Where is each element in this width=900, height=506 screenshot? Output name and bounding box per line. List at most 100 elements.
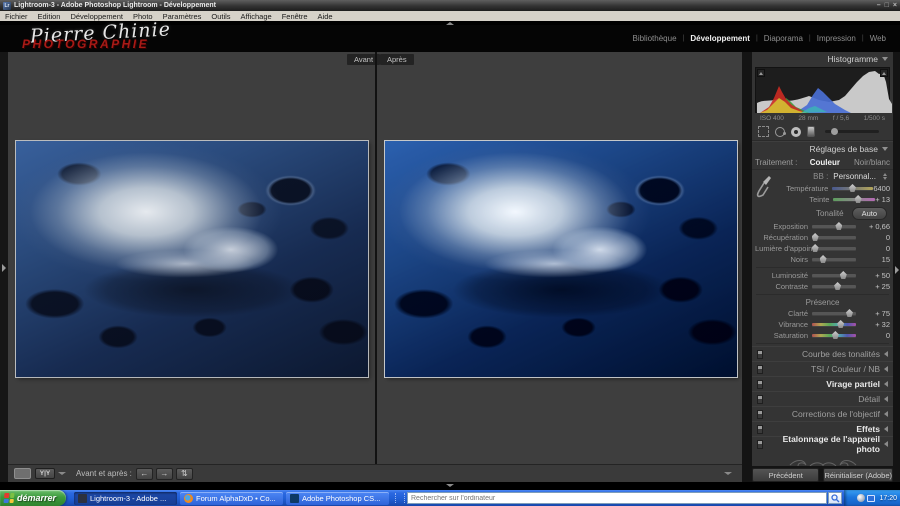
slider-track[interactable] <box>812 323 856 326</box>
slider-thumb[interactable] <box>855 195 862 203</box>
white-balance-preset-row[interactable]: BB : Personnal... <box>776 170 893 183</box>
module-tab-diaporama[interactable]: Diaporama <box>764 34 803 43</box>
copy-after-to-before-button[interactable]: → <box>156 468 173 480</box>
red-eye-tool-icon[interactable] <box>791 127 801 137</box>
task-button[interactable]: Lightroom-3 - Adobe ... <box>74 492 177 505</box>
slider-track[interactable] <box>812 312 856 315</box>
treatment-option-color[interactable]: Couleur <box>810 158 840 167</box>
panel-header-corrections-de-l-objectif[interactable]: Corrections de l'objectif <box>752 406 893 421</box>
panel-toggle-switch[interactable] <box>757 380 763 389</box>
slider-thumb[interactable] <box>840 271 847 279</box>
slider-thumb[interactable] <box>837 320 844 328</box>
treatment-option-bw[interactable]: Noir/blanc <box>854 158 890 167</box>
tray-display-icon[interactable] <box>867 495 875 502</box>
system-tray: 17:20 <box>844 490 900 506</box>
slider-value: 0 <box>856 244 890 253</box>
wb-preset-dropdown-icon[interactable] <box>883 173 887 180</box>
slider-thumb[interactable] <box>820 255 827 263</box>
copy-before-to-after-button[interactable]: ← <box>136 468 153 480</box>
menu-item-affichage[interactable]: Affichage <box>236 11 277 21</box>
after-photo[interactable] <box>385 141 737 377</box>
slider-label: Contraste <box>755 282 812 291</box>
histogram[interactable] <box>755 67 890 113</box>
view-mode-dropdown-icon[interactable] <box>58 472 66 475</box>
auto-tone-button[interactable]: Auto <box>852 207 887 220</box>
close-button[interactable]: × <box>893 2 897 10</box>
panel-header-virage-partiel[interactable]: Virage partiel <box>752 376 893 391</box>
module-tab-impression[interactable]: Impression <box>817 34 856 43</box>
graduated-filter-tool-icon[interactable] <box>807 126 815 137</box>
slider-row-contraste: Contraste+ 25 <box>752 281 893 292</box>
loupe-view-button[interactable] <box>14 468 31 479</box>
slider-track[interactable] <box>812 247 856 250</box>
menu-item-aide[interactable]: Aide <box>313 11 338 21</box>
menu-item-edition[interactable]: Edition <box>33 11 66 21</box>
previous-button[interactable]: Précédent <box>752 468 819 482</box>
slider-thumb[interactable] <box>834 282 841 290</box>
task-button[interactable]: Forum AlphaDxD • Co... <box>180 492 283 505</box>
toolbar-options-icon[interactable] <box>724 472 732 475</box>
swap-before-after-button[interactable]: ⇅ <box>176 468 193 480</box>
slider-thumb[interactable] <box>835 222 842 230</box>
panel-toggle-switch[interactable] <box>757 350 763 359</box>
collapse-right-panel-arrow[interactable] <box>895 266 899 274</box>
module-tab-web[interactable]: Web <box>870 34 886 43</box>
ps-task-icon <box>290 494 299 503</box>
basic-panel-header[interactable]: Réglages de base <box>752 141 893 155</box>
panel-toggle-switch[interactable] <box>757 410 763 419</box>
panel-header-tsi-couleur-nb[interactable]: TSI / Couleur / NB <box>752 361 893 376</box>
reset-button[interactable]: Réinitialiser (Adobe) <box>823 468 893 482</box>
histogram-panel-header[interactable]: Histogramme <box>752 52 893 66</box>
panel-toggle-switch[interactable] <box>757 365 763 374</box>
panel-toggle-switch[interactable] <box>757 440 763 449</box>
shadow-clipping-indicator[interactable] <box>757 69 765 77</box>
search-input[interactable] <box>407 492 827 504</box>
slider-value: + 32 <box>856 320 890 329</box>
before-photo[interactable] <box>16 141 368 377</box>
panel-toggle-switch[interactable] <box>757 395 763 404</box>
slider-thumb[interactable] <box>812 233 819 241</box>
slider-track[interactable] <box>812 274 856 277</box>
lightroom-app-icon: Lr <box>3 2 11 10</box>
expand-filmstrip-arrow[interactable] <box>446 484 454 487</box>
tray-status-icon[interactable] <box>857 494 865 502</box>
slider-track[interactable] <box>812 258 856 261</box>
crop-tool-icon[interactable] <box>758 126 769 137</box>
slider-track[interactable] <box>812 236 856 239</box>
slider-track[interactable] <box>833 198 875 201</box>
search-button[interactable] <box>828 492 842 504</box>
panel-title: Courbe des tonalités <box>767 349 880 359</box>
menu-item-outils[interactable]: Outils <box>206 11 235 21</box>
adjustment-brush-tool-icon[interactable] <box>825 130 879 133</box>
start-button[interactable]: démarrer <box>0 490 66 506</box>
slider-track[interactable] <box>832 187 873 190</box>
slider-track[interactable] <box>812 225 856 228</box>
panel-toggle-switch[interactable] <box>757 425 763 434</box>
maximize-button[interactable]: □ <box>885 2 889 10</box>
panel-header-courbe-des-tonalit-s[interactable]: Courbe des tonalités <box>752 346 893 361</box>
expand-left-panel-arrow[interactable] <box>2 264 6 272</box>
spot-removal-tool-icon[interactable] <box>775 127 785 137</box>
minimize-button[interactable]: – <box>877 2 881 10</box>
white-balance-dropper-icon[interactable] <box>756 174 772 198</box>
panel-title: TSI / Couleur / NB <box>767 364 880 374</box>
panel-header-etalonnage-de-l-appareil-photo[interactable]: Etalonnage de l'appareil photo <box>752 436 893 451</box>
panel-header-d-tail[interactable]: Détail <box>752 391 893 406</box>
slider-track[interactable] <box>812 334 856 337</box>
menu-item-développement[interactable]: Développement <box>65 11 128 21</box>
treatment-label: Traitement : <box>755 158 797 167</box>
slider-thumb[interactable] <box>846 309 853 317</box>
highlight-clipping-indicator[interactable] <box>880 69 888 77</box>
brightness-contrast-sliders: Luminosité+ 50Contraste+ 25 <box>752 270 893 292</box>
slider-thumb[interactable] <box>832 331 839 339</box>
menu-item-fichier[interactable]: Fichier <box>0 11 33 21</box>
task-button[interactable]: Adobe Photoshop CS... <box>286 492 389 505</box>
before-after-view-button[interactable]: Y|Y <box>35 468 55 479</box>
deskbar-handle[interactable] <box>395 493 405 503</box>
slider-track[interactable] <box>812 285 856 288</box>
module-tab-bibliothèque[interactable]: Bibliothèque <box>632 34 676 43</box>
exif-value: ISO 400 <box>760 115 784 122</box>
module-tab-développement[interactable]: Développement <box>690 34 750 43</box>
menu-item-fenêtre[interactable]: Fenêtre <box>277 11 313 21</box>
slider-thumb[interactable] <box>849 184 856 192</box>
